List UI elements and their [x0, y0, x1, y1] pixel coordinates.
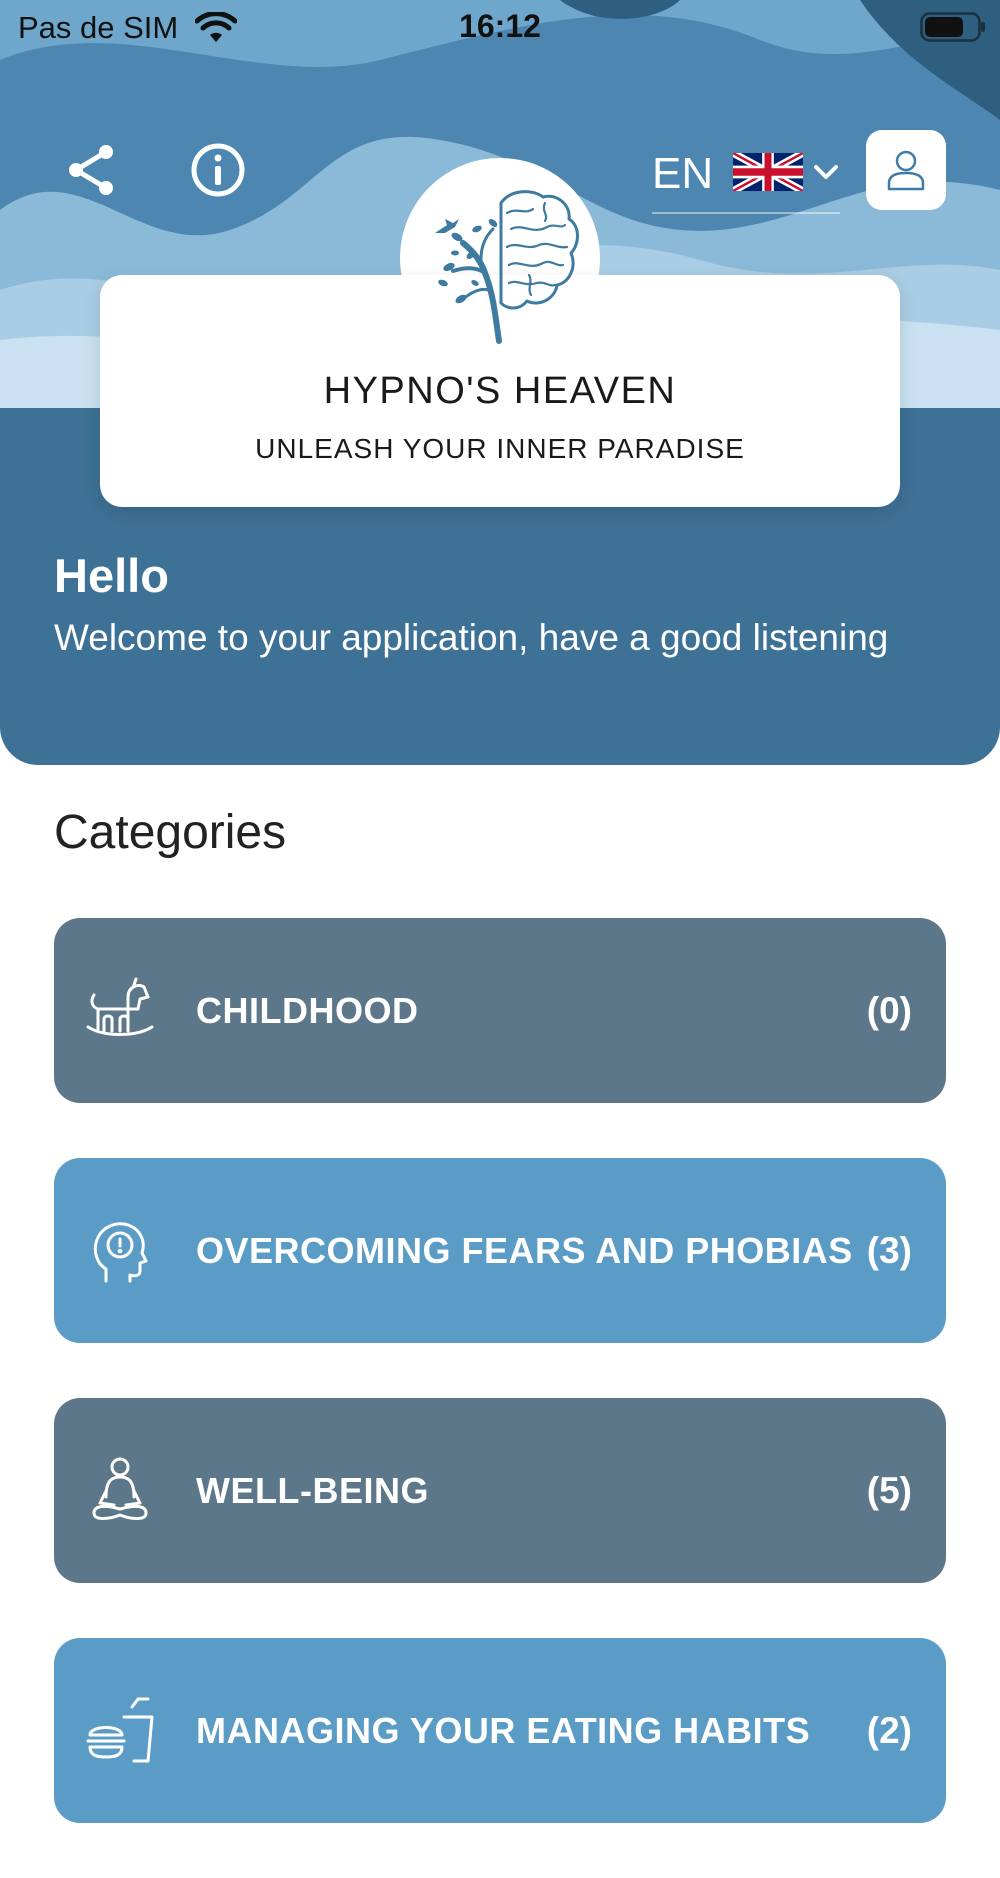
- category-well-being[interactable]: WELL-BEING (5): [54, 1398, 946, 1583]
- share-icon: [69, 145, 113, 195]
- categories-heading: Categories: [54, 806, 287, 859]
- user-icon: [887, 150, 925, 191]
- meditation-icon: [92, 1457, 148, 1520]
- battery-icon: [920, 12, 985, 42]
- greeting-title: Hello: [54, 549, 169, 602]
- category-count: (0): [866, 989, 912, 1031]
- category-count: (3): [866, 1229, 912, 1271]
- clock: 16:12: [459, 8, 541, 44]
- category-name: CHILDHOOD: [196, 990, 419, 1031]
- app-title: HYPNO'S HEAVEN: [323, 370, 677, 412]
- category-overcoming-fears-and-phobias[interactable]: OVERCOMING FEARS AND PHOBIAS (3): [54, 1158, 946, 1343]
- share-button[interactable]: [62, 140, 122, 200]
- profile-button[interactable]: [866, 130, 946, 210]
- rocking-horse-icon: [86, 977, 154, 1036]
- status-bar: Pas de SIM 16:12: [0, 0, 1000, 56]
- language-code: EN: [652, 149, 714, 198]
- category-name: MANAGING YOUR EATING HABITS: [196, 1710, 811, 1751]
- category-count: (2): [866, 1709, 912, 1751]
- hero-header: Pas de SIM 16:12 EN HYPNO'S HEAVEN UNLEA…: [0, 0, 1000, 765]
- info-button[interactable]: [188, 140, 248, 200]
- category-list: CHILDHOOD (0) OVERCOMING FEARS AND PHOBI…: [54, 918, 946, 1878]
- info-icon: [191, 143, 245, 197]
- app-subtitle: UNLEASH YOUR INNER PARADISE: [255, 433, 745, 464]
- language-selector[interactable]: EN: [652, 140, 840, 214]
- fast-food-icon: [86, 1697, 154, 1762]
- logo: [400, 158, 600, 358]
- category-name: WELL-BEING: [196, 1470, 429, 1511]
- category-count: (5): [866, 1469, 912, 1511]
- uk-flag-icon: [733, 153, 804, 191]
- category-managing-your-eating-habits[interactable]: MANAGING YOUR EATING HABITS (2): [54, 1638, 946, 1823]
- tree-brain-logo-icon: [435, 190, 579, 344]
- greeting-message: Welcome to your application, have a good…: [54, 617, 889, 658]
- chevron-down-icon: [814, 165, 839, 179]
- head-alert-icon: [93, 1221, 148, 1282]
- category-name: OVERCOMING FEARS AND PHOBIAS: [196, 1230, 853, 1271]
- category-childhood[interactable]: CHILDHOOD (0): [54, 918, 946, 1103]
